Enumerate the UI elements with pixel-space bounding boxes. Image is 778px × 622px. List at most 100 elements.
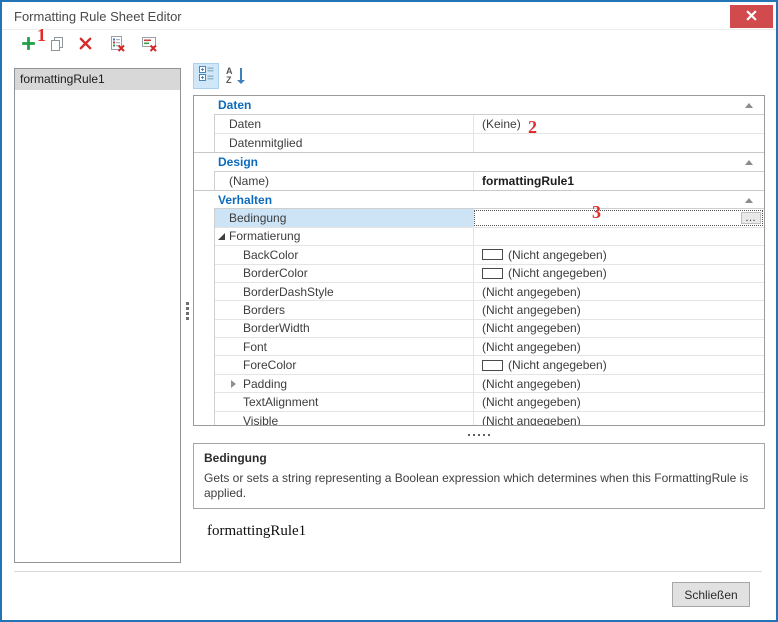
property-name-cell[interactable]: BorderWidth [215,320,473,337]
property-row[interactable]: Formatierung [215,228,764,246]
property-row[interactable]: Font (Nicht angegeben) [215,338,764,356]
collapse-icon[interactable] [745,103,753,108]
property-row[interactable]: ForeColor (Nicht angegeben) [215,356,764,374]
rule-list[interactable]: formattingRule1 [14,68,181,563]
property-name: Padding [243,377,287,391]
property-name-cell[interactable]: Borders [215,301,473,318]
add-rule-icon [20,35,37,57]
property-value-cell[interactable] [473,134,764,152]
category-block: Daten Daten (Keine) Datenmitglied [194,96,764,152]
property-grid-toolbar: A Z [193,63,248,90]
property-name: Bedingung [229,211,286,225]
delete-rule-button[interactable] [73,34,97,58]
property-value-cell[interactable]: … [473,209,764,226]
categorized-view-icon [198,65,215,87]
property-name-cell[interactable]: BackColor [215,246,473,263]
property-name-cell[interactable]: Font [215,338,473,355]
delete-sheet-icon [109,35,126,57]
property-value-cell[interactable]: (Nicht angegeben) [473,301,764,318]
property-name-cell[interactable]: Formatierung [215,228,473,245]
property-row[interactable]: TextAlignment (Nicht angegeben) [215,393,764,411]
category-label: Daten [218,98,251,112]
property-name: TextAlignment [243,395,318,409]
property-name-cell[interactable]: ForeColor [215,356,473,373]
property-grid: Daten Daten (Keine) Datenmitglied Design (Nam… [193,95,765,426]
property-name: BorderWidth [243,321,310,335]
property-value-cell[interactable]: (Nicht angegeben) [473,356,764,373]
property-value-cell[interactable]: (Keine) [473,115,764,132]
property-name: Datenmitglied [229,136,302,150]
property-name-cell[interactable]: BorderDashStyle [215,283,473,300]
alphabetical-view-button[interactable]: A Z [222,63,248,89]
property-name-cell[interactable]: Daten [215,115,473,132]
property-value-cell[interactable]: (Nicht angegeben) [473,375,764,392]
property-value-cell[interactable] [473,228,764,245]
alphabetical-view-icon: A Z [225,67,245,85]
property-row[interactable]: (Name) formattingRule1 [215,172,764,190]
horizontal-splitter[interactable] [193,432,765,438]
delete-all-sheets-icon [141,35,158,57]
property-value: (Nicht angegeben) [482,285,581,299]
categorized-view-button[interactable] [193,63,219,89]
property-value: (Nicht angegeben) [482,414,581,426]
close-dialog-button[interactable]: Schließen [672,582,750,607]
property-value: (Nicht angegeben) [482,340,581,354]
vertical-splitter[interactable] [186,302,190,320]
annotation-2: 2 [528,118,537,136]
collapse-icon[interactable] [745,198,753,203]
property-value: (Nicht angegeben) [508,358,607,372]
property-value-cell[interactable]: (Nicht angegeben) [473,338,764,355]
property-value-cell[interactable]: (Nicht angegeben) [473,320,764,337]
category-label: Verhalten [218,193,272,207]
property-row[interactable]: Datenmitglied [215,134,764,152]
property-name: BorderColor [243,266,308,280]
collapsed-icon[interactable] [231,380,236,388]
copy-rule-button[interactable] [45,34,69,58]
category-row[interactable]: Daten [194,96,764,114]
property-value-cell[interactable]: (Nicht angegeben) [473,265,764,282]
property-row[interactable]: BackColor (Nicht angegeben) [215,246,764,264]
property-name-cell[interactable]: Visible [215,412,473,426]
property-value: (Nicht angegeben) [482,303,581,317]
rule-preview-text: formattingRule1 [207,523,306,540]
ellipsis-button[interactable]: … [741,212,761,223]
property-row[interactable]: BorderColor (Nicht angegeben) [215,265,764,283]
copy-rule-icon [49,36,65,57]
property-row[interactable]: Visible (Nicht angegeben) [215,412,764,426]
property-name-cell[interactable]: Bedingung [215,209,473,226]
property-value: (Nicht angegeben) [482,377,581,391]
property-name: Daten [229,117,261,131]
delete-sheet-button[interactable] [105,34,129,58]
property-name: BackColor [243,248,298,262]
property-name-cell[interactable]: TextAlignment [215,393,473,410]
property-name-cell[interactable]: BorderColor [215,265,473,282]
property-row[interactable]: BorderDashStyle (Nicht angegeben) [215,283,764,301]
property-value-cell[interactable]: formattingRule1 [473,172,764,190]
expanded-icon[interactable] [218,233,225,240]
property-name: (Name) [229,174,269,188]
property-value-cell[interactable]: (Nicht angegeben) [473,246,764,263]
property-value: formattingRule1 [482,174,574,188]
rule-list-item[interactable]: formattingRule1 [15,69,180,90]
category-row[interactable]: Verhalten [194,190,764,208]
property-value-cell[interactable]: (Nicht angegeben) [473,412,764,426]
property-name-cell[interactable]: Padding [215,375,473,392]
property-value-cell[interactable]: (Nicht angegeben) [473,393,764,410]
collapse-icon[interactable] [745,160,753,165]
property-name: BorderDashStyle [243,285,334,299]
property-row[interactable]: Borders (Nicht angegeben) [215,301,764,319]
property-name-cell[interactable]: Datenmitglied [215,134,473,152]
property-value-cell[interactable]: (Nicht angegeben) [473,283,764,300]
property-row[interactable]: Padding (Nicht angegeben) [215,375,764,393]
annotation-3: 3 [592,203,601,221]
property-name-cell[interactable]: (Name) [215,172,473,190]
property-row[interactable]: Daten (Keine) [215,115,764,133]
category-block: Design (Name) formattingRule1 [194,152,764,190]
category-row[interactable]: Design [194,152,764,170]
delete-all-sheets-button[interactable] [137,34,161,58]
titlebar[interactable]: Formatting Rule Sheet Editor [2,2,776,30]
close-window-button[interactable] [730,5,773,28]
property-row[interactable]: BorderWidth (Nicht angegeben) [215,320,764,338]
footer-divider [14,571,762,572]
property-row[interactable]: Bedingung … [215,209,764,227]
